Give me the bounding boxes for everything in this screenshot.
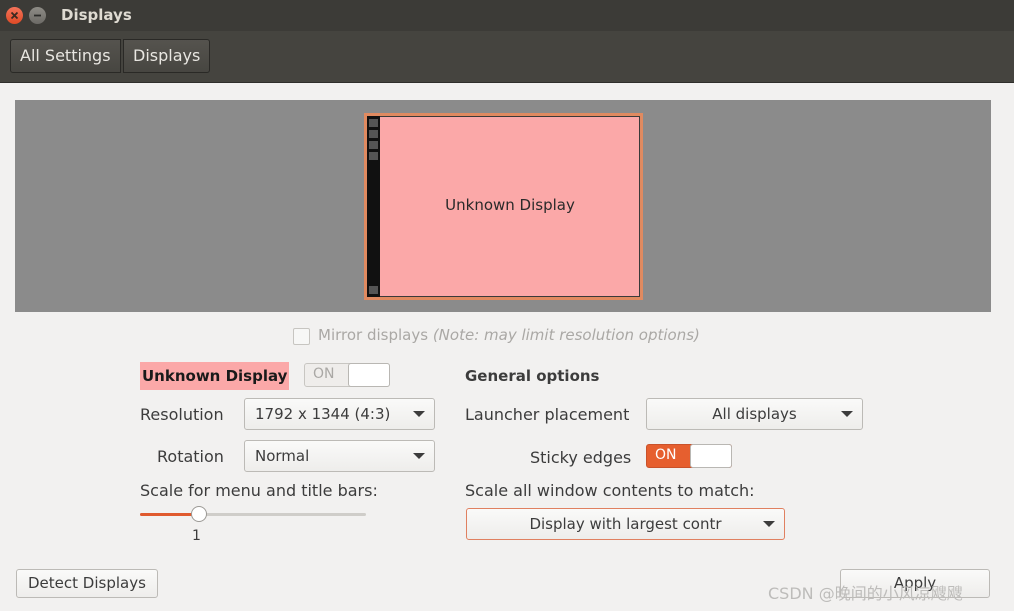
- rotation-dropdown[interactable]: Normal: [244, 440, 435, 472]
- chevron-down-icon: [763, 521, 775, 527]
- mirror-displays-label: Mirror displays: [318, 326, 429, 344]
- display-arrangement-area: Unknown Display: [15, 100, 991, 312]
- launcher-placement-dropdown[interactable]: All displays: [646, 398, 863, 430]
- rotation-value: Normal: [255, 447, 310, 465]
- scale-value: 1: [192, 528, 201, 544]
- title-bar: Displays: [0, 0, 1014, 31]
- rotation-label: Rotation: [157, 447, 224, 466]
- launcher-placement-label: Launcher placement: [465, 405, 630, 424]
- toggle-label: ON: [313, 366, 335, 382]
- monitor-launcher-bar: [367, 116, 380, 297]
- all-settings-button[interactable]: All Settings: [10, 39, 121, 73]
- launcher-icon: [369, 119, 378, 127]
- resolution-value: 1792 x 1344 (4:3): [255, 405, 391, 423]
- monitor-label: Unknown Display: [445, 196, 575, 214]
- minimize-window-icon[interactable]: [29, 7, 46, 24]
- toolbar: All Settings Displays: [0, 31, 1014, 83]
- displays-breadcrumb[interactable]: Displays: [123, 39, 211, 73]
- launcher-placement-value: All displays: [712, 405, 797, 423]
- general-options-heading: General options: [465, 367, 600, 385]
- window-scale-dropdown[interactable]: Display with largest contr: [466, 508, 785, 540]
- detect-displays-button[interactable]: Detect Displays: [16, 569, 158, 598]
- watermark: CSDN @晚间的小风凉飕飕: [768, 584, 963, 603]
- mirror-displays-checkbox[interactable]: [293, 328, 310, 345]
- sticky-edges-label: Sticky edges: [530, 448, 632, 467]
- launcher-icon: [369, 286, 378, 294]
- chevron-down-icon: [413, 453, 425, 459]
- chevron-down-icon: [413, 411, 425, 417]
- display-power-toggle[interactable]: ON: [304, 363, 390, 387]
- toggle-knob: [690, 444, 732, 468]
- scale-menu-label: Scale for menu and title bars:: [140, 481, 378, 500]
- sticky-edges-toggle[interactable]: ON: [646, 444, 732, 468]
- window-scale-value: Display with largest contr: [529, 515, 722, 533]
- chevron-down-icon: [841, 411, 853, 417]
- resolution-label: Resolution: [140, 405, 224, 424]
- toggle-knob: [348, 363, 390, 387]
- mirror-displays-note: (Note: may limit resolution options): [432, 326, 700, 344]
- toggle-label: ON: [655, 447, 677, 463]
- close-window-icon[interactable]: [6, 7, 23, 24]
- launcher-icon: [369, 141, 378, 149]
- resolution-dropdown[interactable]: 1792 x 1344 (4:3): [244, 398, 435, 430]
- slider-handle[interactable]: [191, 506, 207, 522]
- monitor-preview[interactable]: Unknown Display: [364, 113, 643, 300]
- window-title: Displays: [61, 6, 132, 24]
- launcher-icon: [369, 130, 378, 138]
- scale-slider[interactable]: [140, 506, 366, 524]
- window-scale-label: Scale all window contents to match:: [465, 481, 755, 500]
- display-name: Unknown Display: [140, 362, 290, 390]
- launcher-icon: [369, 152, 378, 160]
